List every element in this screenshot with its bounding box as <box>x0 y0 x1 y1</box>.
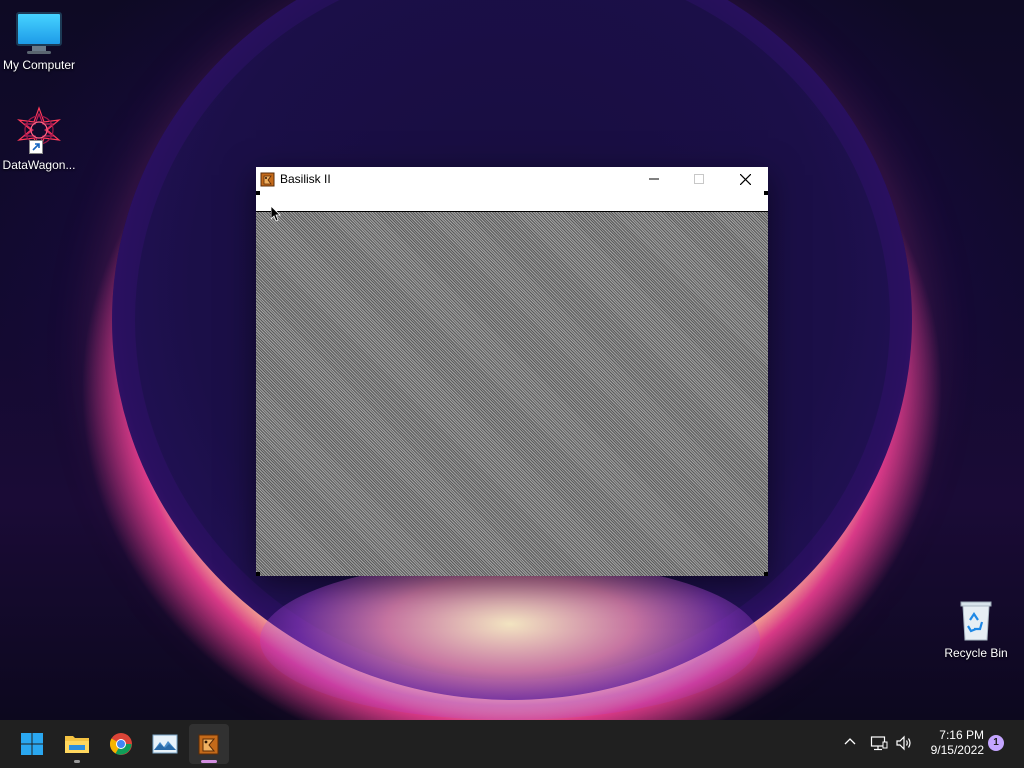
screen-corner <box>256 191 260 195</box>
monitor-icon <box>0 10 78 54</box>
desktop: My Computer DataWagon... Recycle Bin Bas… <box>0 0 1024 720</box>
basilisk-app-icon <box>198 734 219 755</box>
screen-corner <box>764 572 768 576</box>
chevron-up-icon <box>844 738 856 745</box>
clock-time: 7:16 PM <box>939 728 984 742</box>
maximize-icon <box>694 174 704 184</box>
folder-icon <box>65 736 89 753</box>
maximize-button[interactable] <box>676 167 722 191</box>
notification-badge[interactable]: 1 <box>988 735 1004 751</box>
photo-icon <box>152 734 178 754</box>
close-icon <box>739 173 751 185</box>
clock[interactable]: 7:16 PM 9/15/2022 <box>920 728 984 758</box>
chrome-icon <box>110 733 132 755</box>
desktop-icon-label: Recycle Bin <box>944 646 1008 660</box>
taskbar-photos-button[interactable] <box>145 724 185 764</box>
clock-date: 9/15/2022 <box>930 743 984 757</box>
taskbar-chrome-button[interactable] <box>101 724 141 764</box>
taskbar-file-explorer-button[interactable] <box>57 724 97 764</box>
desktop-icon-datawagon[interactable]: DataWagon... <box>0 106 78 172</box>
shortcut-arrow-icon <box>29 140 43 154</box>
window-titlebar[interactable]: Basilisk II <box>256 167 768 191</box>
minimize-button[interactable] <box>631 167 677 191</box>
taskbar: 7:16 PM 9/15/2022 1 <box>0 720 1024 768</box>
recycle-bin-icon <box>956 598 996 642</box>
volume-icon <box>896 735 911 751</box>
emulator-screen[interactable] <box>256 212 768 576</box>
desktop-icon-label: My Computer <box>2 58 76 72</box>
close-button[interactable] <box>722 167 768 191</box>
basilisk-app-icon <box>260 171 276 187</box>
basilisk-window[interactable]: Basilisk II <box>256 167 768 576</box>
desktop-icon-my-computer[interactable]: My Computer <box>0 10 78 72</box>
desktop-icon-label: DataWagon... <box>2 158 76 172</box>
screen-corner <box>764 191 768 195</box>
wallpaper-orb-glow <box>260 560 760 720</box>
taskbar-basilisk-button[interactable] <box>189 724 229 764</box>
running-indicator <box>74 760 80 763</box>
active-indicator <box>201 760 217 763</box>
desktop-icon-recycle-bin[interactable]: Recycle Bin <box>937 598 1015 660</box>
show-hidden-icons-button[interactable] <box>843 735 857 754</box>
window-title: Basilisk II <box>280 172 331 186</box>
windows-start-icon <box>21 733 43 755</box>
network-icon <box>870 736 888 751</box>
mac-menubar[interactable] <box>256 191 768 212</box>
volume-button[interactable] <box>895 734 913 757</box>
datawagon-icon <box>15 106 63 154</box>
screen-corner <box>256 572 260 576</box>
minimize-icon <box>649 178 659 180</box>
network-button[interactable] <box>870 734 888 757</box>
taskbar-start-button[interactable] <box>12 724 52 764</box>
mouse-cursor-icon <box>270 205 281 222</box>
